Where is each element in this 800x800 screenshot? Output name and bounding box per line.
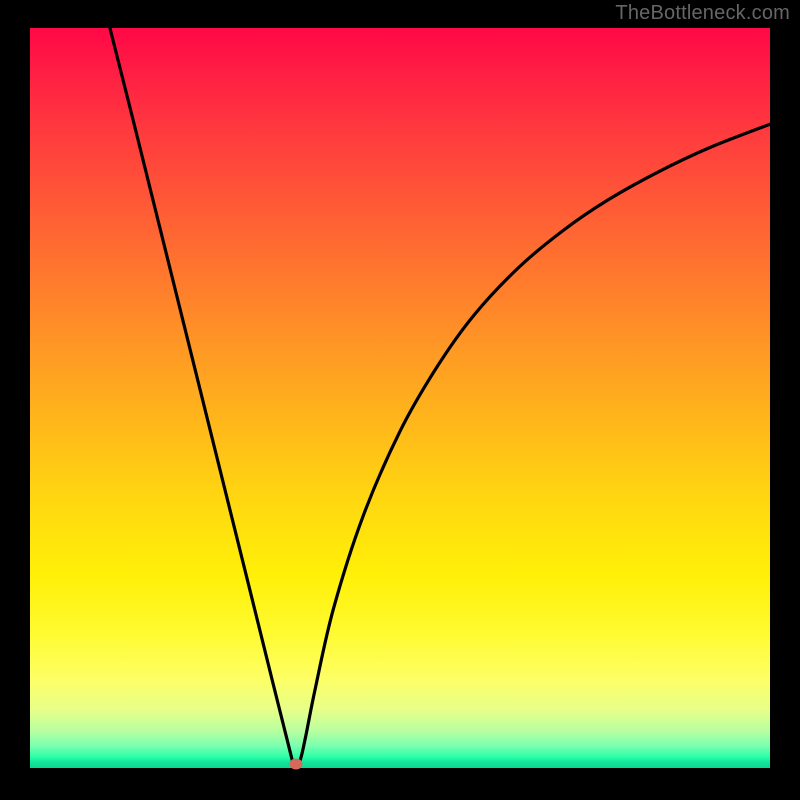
chart-frame: TheBottleneck.com bbox=[0, 0, 800, 800]
optimal-point-marker bbox=[289, 758, 302, 769]
plot-area bbox=[30, 28, 770, 768]
plot-background-gradient bbox=[30, 28, 770, 768]
deviation-curve bbox=[30, 28, 770, 768]
watermark-text: TheBottleneck.com bbox=[615, 2, 790, 25]
